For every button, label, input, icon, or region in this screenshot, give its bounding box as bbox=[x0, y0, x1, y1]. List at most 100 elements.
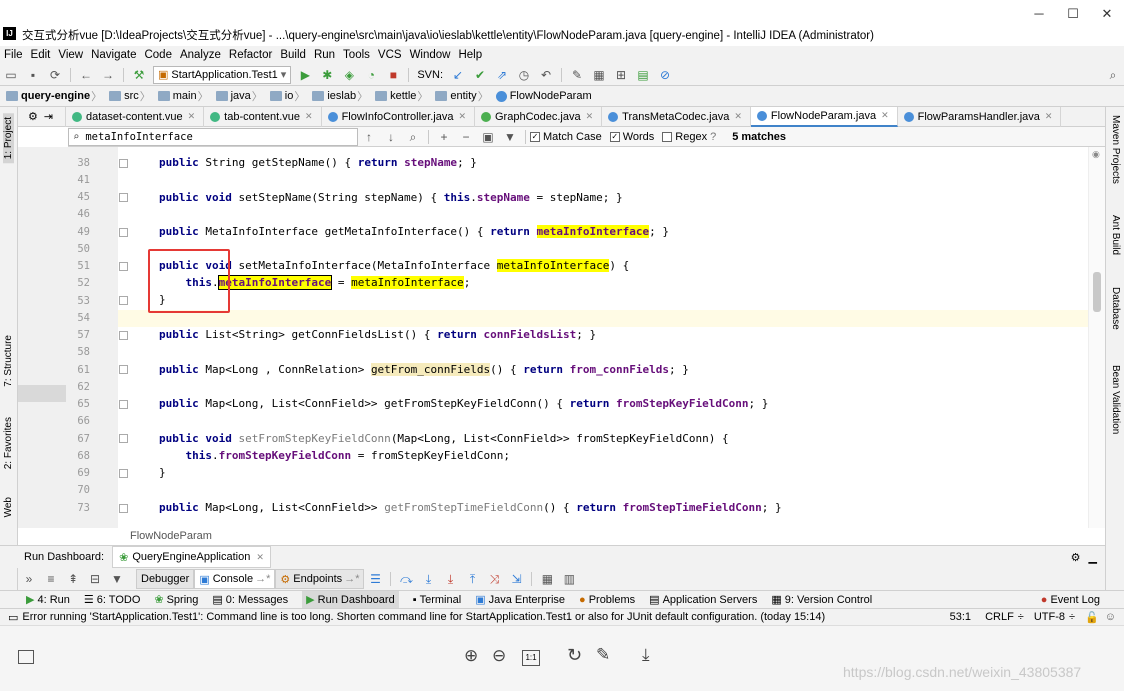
tool-messages[interactable]: ▤ 0: Messages bbox=[212, 593, 288, 607]
step-over-icon[interactable]: ⤼ bbox=[398, 571, 414, 587]
align-icon[interactable]: ≡ bbox=[43, 571, 59, 587]
actual-size-icon[interactable]: 1:1 bbox=[522, 650, 540, 666]
menu-tools[interactable]: Tools bbox=[339, 49, 374, 61]
fold-icon[interactable] bbox=[119, 365, 128, 374]
menu-vcs[interactable]: VCS bbox=[374, 49, 406, 61]
fold-icon[interactable] bbox=[119, 193, 128, 202]
step-into-icon[interactable]: ⤓ bbox=[420, 571, 436, 587]
tool-run[interactable]: ▶ 4: Run bbox=[26, 593, 70, 607]
collapse-icon[interactable]: ⇥ bbox=[44, 110, 53, 123]
crumb-java[interactable]: java 〉 bbox=[215, 88, 266, 104]
tab-flownodeparam[interactable]: FlowNodeParam.java ✕ bbox=[750, 106, 898, 127]
profile-icon[interactable]: ◔ bbox=[363, 67, 379, 83]
tab-bean-validation[interactable]: Bean Validation bbox=[1110, 365, 1121, 434]
menu-edit[interactable]: Edit bbox=[27, 49, 55, 61]
words-checkbox[interactable]: ✓ Words bbox=[609, 131, 654, 143]
sidebar-toggle-icon[interactable] bbox=[18, 650, 34, 664]
filter-icon[interactable]: ▼ bbox=[109, 571, 125, 587]
select-all-icon[interactable]: ▣ bbox=[480, 129, 496, 145]
minimize-panel-icon[interactable]: ▁ bbox=[1089, 551, 1097, 564]
collapse-all-icon[interactable]: ⇞ bbox=[65, 571, 81, 587]
layout-icon[interactable]: ▥ bbox=[561, 571, 577, 587]
close-icon[interactable]: ✕ bbox=[586, 111, 594, 122]
crumb-ieslab[interactable]: ieslab 〉 bbox=[312, 88, 371, 104]
group-icon[interactable]: ⊟ bbox=[87, 571, 103, 587]
tab-dataset-content[interactable]: dataset-content.vue ✕ bbox=[66, 106, 205, 127]
tool-app-servers[interactable]: ▤ Application Servers bbox=[649, 593, 757, 607]
regex-checkbox[interactable]: Regex? bbox=[662, 131, 716, 143]
eye-icon[interactable]: ◉ bbox=[1092, 149, 1100, 160]
close-icon[interactable]: ✕ bbox=[256, 552, 264, 563]
menu-code[interactable]: Code bbox=[140, 49, 176, 61]
menu-run[interactable]: Run bbox=[310, 49, 339, 61]
history-icon[interactable]: ◷ bbox=[516, 67, 532, 83]
crumb-project[interactable]: query-engine 〉 bbox=[6, 88, 105, 104]
menu-window[interactable]: Window bbox=[406, 49, 455, 61]
run-config-select[interactable]: ▣ StartApplication.Test1 ▾ bbox=[153, 65, 292, 84]
crumb-class[interactable]: FlowNodeParam bbox=[495, 90, 592, 102]
tab-flowparamshandler[interactable]: FlowParamsHandler.java ✕ bbox=[898, 106, 1062, 127]
close-button[interactable]: ✕ bbox=[1090, 4, 1124, 24]
tab-tab-content[interactable]: tab-content.vue ✕ bbox=[204, 106, 322, 127]
match-case-checkbox[interactable]: ✓ Match Case bbox=[530, 131, 602, 143]
gear-icon[interactable]: ⚙ bbox=[28, 110, 38, 123]
tool-event-log[interactable]: ● Event Log bbox=[1041, 594, 1100, 606]
find-next-icon[interactable]: ↓ bbox=[383, 129, 399, 145]
crumb-entity[interactable]: entity 〉 bbox=[435, 88, 491, 104]
lock-icon[interactable]: 🔓 bbox=[1085, 611, 1099, 624]
fold-icon[interactable] bbox=[119, 331, 128, 340]
run-icon[interactable]: ▶ bbox=[297, 67, 313, 83]
add-selection-icon[interactable]: + bbox=[436, 129, 452, 145]
gear-icon[interactable]: ⚙ bbox=[1071, 551, 1081, 564]
inspector-icon[interactable]: ☺ bbox=[1105, 611, 1116, 623]
coverage-icon[interactable]: ◈ bbox=[341, 67, 357, 83]
maximize-button[interactable]: ☐ bbox=[1056, 4, 1090, 24]
status-panel-icon[interactable]: ▭ bbox=[8, 611, 18, 624]
remove-selection-icon[interactable]: − bbox=[458, 129, 474, 145]
step-out-icon[interactable]: ⤒ bbox=[464, 571, 480, 587]
menu-view[interactable]: View bbox=[54, 49, 87, 61]
tab-structure[interactable]: 7: Structure bbox=[3, 335, 14, 387]
project-structure-icon[interactable]: ▦ bbox=[591, 67, 607, 83]
menu-navigate[interactable]: Navigate bbox=[87, 49, 140, 61]
find-input[interactable]: ⌕ metaInfoInterface bbox=[68, 127, 358, 146]
find-in-path-icon[interactable]: ⌕ bbox=[405, 129, 421, 145]
menu-analyze[interactable]: Analyze bbox=[176, 49, 225, 61]
tab-ant[interactable]: Ant Build bbox=[1110, 215, 1121, 255]
tab-transmetacodec[interactable]: TransMetaCodec.java ✕ bbox=[602, 106, 751, 127]
close-icon[interactable]: ✕ bbox=[458, 111, 466, 122]
endpoints-tab[interactable]: ⚙ Endpoints →* bbox=[275, 569, 365, 589]
fold-icon[interactable] bbox=[119, 434, 128, 443]
expand-icon[interactable]: » bbox=[21, 571, 37, 587]
svn-update-icon[interactable]: ↙ bbox=[450, 67, 466, 83]
fold-icon[interactable] bbox=[119, 262, 128, 271]
tool-java-enterprise[interactable]: ▣ Java Enterprise bbox=[475, 593, 565, 607]
zoom-in-icon[interactable]: ⊕ bbox=[464, 646, 478, 666]
monitor-icon[interactable]: ▤ bbox=[635, 67, 651, 83]
tool-todo[interactable]: ☰ 6: TODO bbox=[84, 593, 140, 607]
line-separator[interactable]: CRLF bbox=[985, 611, 1014, 623]
menu-help[interactable]: Help bbox=[454, 49, 486, 61]
fold-icon[interactable] bbox=[119, 469, 128, 478]
file-encoding[interactable]: UTF-8 bbox=[1034, 611, 1065, 623]
find-prev-icon[interactable]: ↑ bbox=[361, 129, 377, 145]
evaluate-icon[interactable]: ▦ bbox=[539, 571, 555, 587]
close-icon[interactable]: ✕ bbox=[1045, 111, 1053, 122]
tool-terminal[interactable]: ▪ Terminal bbox=[413, 594, 461, 606]
svn-compare-icon[interactable]: ⇗ bbox=[494, 67, 510, 83]
zoom-out-icon[interactable]: ⊖ bbox=[492, 646, 506, 666]
revert-icon[interactable]: ↶ bbox=[538, 67, 554, 83]
crumb-main[interactable]: main 〉 bbox=[157, 88, 212, 104]
force-step-into-icon[interactable]: ⤓ bbox=[442, 571, 458, 587]
tool-problems[interactable]: ● Problems bbox=[579, 594, 635, 606]
run-to-cursor-icon[interactable]: ⇲ bbox=[508, 571, 524, 587]
editor-scrollbar[interactable]: ◉ bbox=[1088, 147, 1105, 528]
tab-maven[interactable]: Maven Projects bbox=[1110, 115, 1121, 184]
tool-spring[interactable]: ❀ Spring bbox=[154, 593, 198, 607]
menu-file[interactable]: File bbox=[0, 49, 27, 61]
menu-build[interactable]: Build bbox=[276, 49, 310, 61]
drop-frame-icon[interactable]: ⤨ bbox=[486, 571, 502, 587]
debug-icon[interactable]: ✱ bbox=[319, 67, 335, 83]
caret-position[interactable]: 53:1 bbox=[950, 611, 971, 623]
close-icon[interactable]: ✕ bbox=[881, 110, 889, 121]
